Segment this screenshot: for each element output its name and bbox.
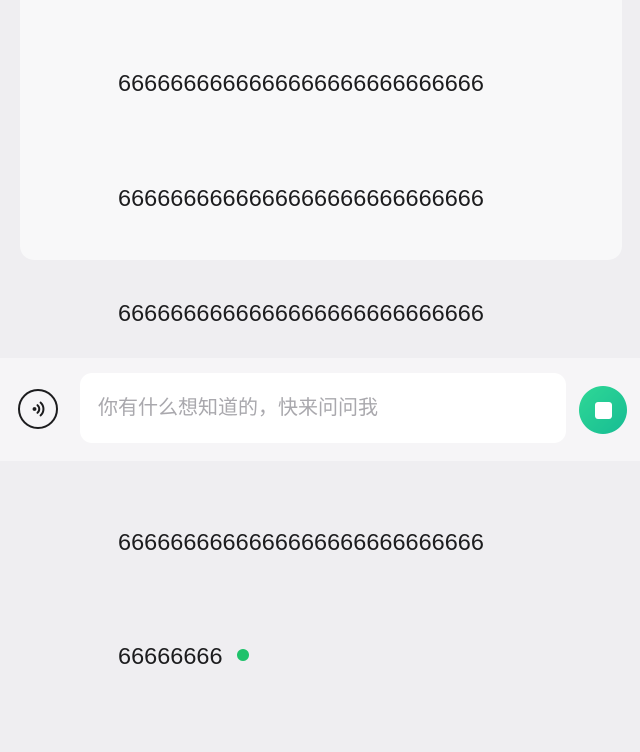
message-line: 6666666666666666666666666666 (118, 70, 484, 97)
stop-square-icon (594, 401, 612, 419)
typing-indicator-dot (236, 649, 249, 662)
message-line: 6666666666666666666666666666 (118, 299, 484, 326)
message-line: 6666666666666666666666666666 (118, 185, 484, 211)
voice-wave-icon (32, 401, 45, 417)
message-line: 6666666666666666666666666666 (118, 528, 484, 555)
message-line-text: 66666666 (118, 643, 223, 670)
voice-input-button[interactable] (18, 389, 58, 429)
chat-input[interactable] (80, 373, 566, 443)
message-line-last: 66666666 (118, 637, 598, 675)
assistant-message-bubble: 6666666666666666666666666666 66666666666… (20, 0, 622, 669)
stop-generation-button[interactable] (579, 386, 627, 434)
chat-area: 6666666666666666666666666666 66666666666… (0, 0, 640, 669)
